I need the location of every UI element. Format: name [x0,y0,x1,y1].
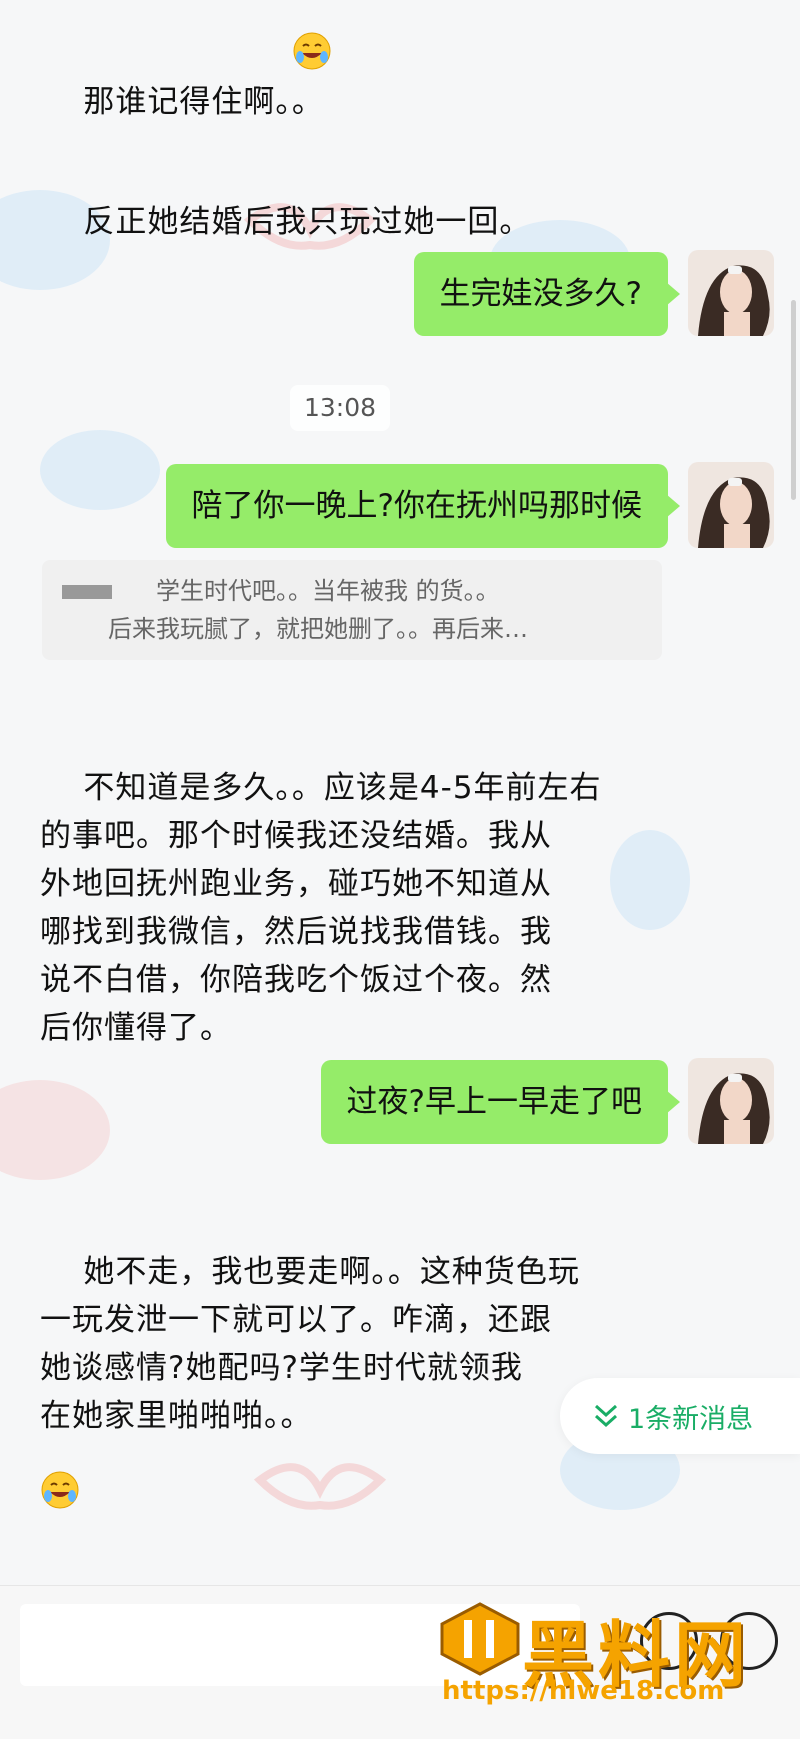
avatar-image [688,250,774,336]
message-text: 她不走，我也要走啊。。这种货色玩 一玩发泄一下就可以了。咋滴，还跟 她谈感情?她… [40,1254,580,1434]
message-text: 那谁记得住啊。。 [83,84,324,120]
avatar-image [688,1058,774,1144]
avatar-image [688,462,774,548]
new-messages-label: 1条新消息 [628,1403,754,1435]
message-text: 生完娃没多久? [439,276,642,312]
watermark-url: https://hlwe18.com [442,1676,725,1706]
avatar[interactable] [688,462,774,548]
incoming-message[interactable]: 她不走，我也要走啊。。这种货色玩 一玩发泄一下就可以了。咋滴，还跟 她谈感情?她… [40,1200,580,1488]
quoted-message[interactable]: 学生时代吧。。当年被我 的货。。 后来我玩腻了，就把她删了。。再后来… [42,560,662,660]
outgoing-message[interactable]: 陪了你一晚上?你在抚州吗那时候 [165,464,681,548]
chat-area[interactable]: 那谁记得住啊。。 反正她结婚后我只玩过她一回。 生完娃没多久? 13:08 陪了… [0,0,800,1738]
scrollbar[interactable] [791,300,796,500]
laughing-tears-emoji-icon [41,1471,79,1509]
quote-text: 学生时代吧。。当年被我 的货。。 [156,577,500,605]
laughing-tears-emoji-icon [293,32,331,70]
message-text: 过夜?早上一早走了吧 [346,1084,642,1120]
timestamp: 13:08 [290,385,390,431]
quote-line: 学生时代吧。。当年被我 的货。。 [62,572,642,610]
quote-line: 后来我玩腻了，就把她删了。。再后来… [62,610,642,648]
watermark: 黑料网 https://hlwe18.com [432,1596,792,1712]
new-messages-button[interactable]: 1条新消息 [560,1378,800,1454]
redacted-block [62,585,112,599]
message-text: 陪了你一晚上?你在抚州吗那时候 [191,488,642,524]
outgoing-message[interactable]: 过夜?早上一早走了吧 [320,1060,681,1144]
outgoing-message[interactable]: 生完娃没多久? [413,252,681,336]
watermark-logo-icon [440,1602,520,1676]
quote-text: 后来我玩腻了，就把她删了。。再后来… [108,615,528,643]
incoming-message[interactable]: 不知道是多久。。应该是4-5年前左右 的事吧。那个时候我还没结婚。我从 外地回抚… [40,716,602,1100]
avatar[interactable] [688,1058,774,1144]
avatar[interactable] [688,250,774,336]
double-chevron-down-icon [594,1404,618,1428]
message-text: 不知道是多久。。应该是4-5年前左右 的事吧。那个时候我还没结婚。我从 外地回抚… [40,770,602,1046]
message-text: 反正她结婚后我只玩过她一回。 [83,204,532,240]
